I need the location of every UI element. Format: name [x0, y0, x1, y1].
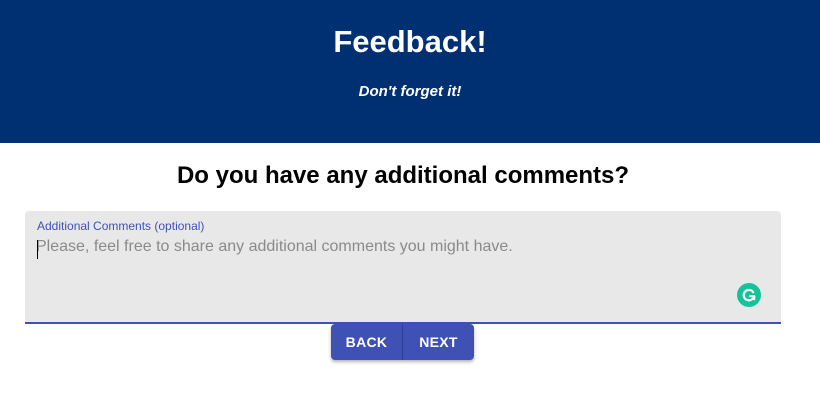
next-button[interactable]: NEXT [403, 324, 474, 360]
page-title: Feedback! [333, 24, 487, 59]
additional-comments-label: Additional Comments (optional) [37, 219, 205, 233]
text-cursor [37, 240, 38, 259]
grammarly-icon[interactable] [737, 283, 761, 307]
additional-comments-input[interactable] [36, 238, 736, 308]
navigation-button-group: BACK NEXT [331, 324, 474, 360]
additional-comments-field[interactable]: Additional Comments (optional) [25, 211, 781, 324]
page-header: Feedback! Don't forget it! [0, 0, 820, 143]
back-button[interactable]: BACK [331, 324, 403, 360]
page-subtitle: Don't forget it! [358, 83, 462, 100]
question-heading: Do you have any additional comments? [176, 162, 630, 189]
